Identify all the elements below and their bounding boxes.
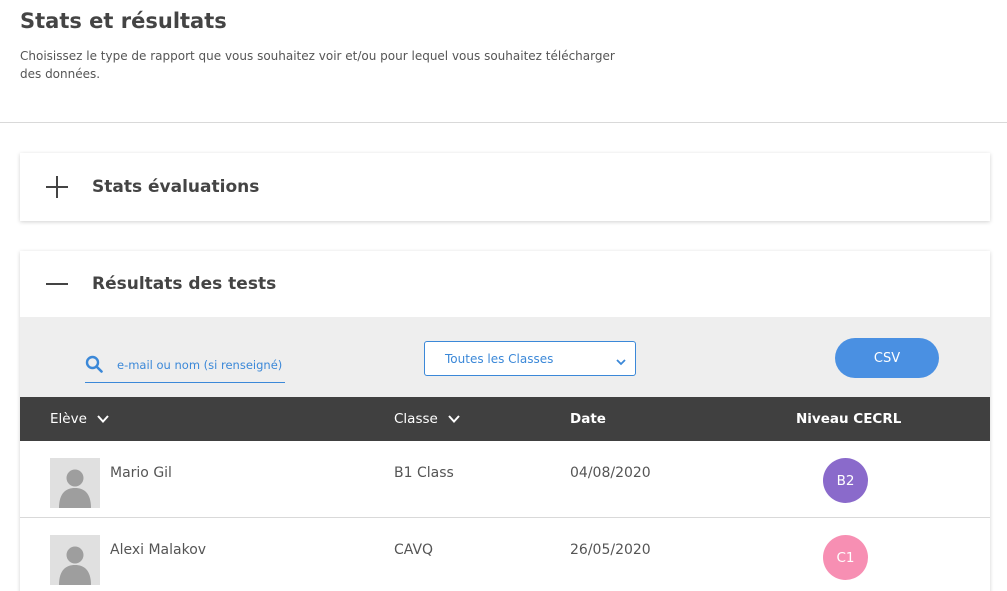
results-panel-title: Résultats des tests	[92, 274, 277, 294]
divider	[0, 122, 1007, 123]
level-badge: B2	[823, 458, 868, 503]
student-name[interactable]: Alexi Malakov	[110, 542, 206, 558]
search-input[interactable]	[117, 355, 285, 375]
chevron-down-icon[interactable]	[446, 411, 462, 427]
column-header-level-label: Niveau CECRL	[796, 411, 902, 427]
student-name[interactable]: Mario Gil	[110, 465, 172, 481]
minus-icon[interactable]	[45, 272, 69, 296]
avatar	[50, 535, 100, 585]
table-row[interactable]: Alexi Malakov CAVQ 26/05/2020 C1	[20, 518, 990, 591]
avatar	[50, 458, 100, 508]
chevron-down-icon	[615, 353, 627, 366]
search-field	[85, 347, 285, 383]
class-cell: CAVQ	[394, 542, 434, 558]
filter-toolbar: Toutes les Classes CSV	[20, 317, 990, 397]
stats-panel-header[interactable]: Stats évaluations	[20, 153, 990, 221]
page-description: Choisissez le type de rapport que vous s…	[20, 49, 615, 81]
chevron-down-icon[interactable]	[95, 411, 111, 427]
column-header-level: Niveau CECRL	[796, 397, 901, 441]
results-panel-header[interactable]: Résultats des tests	[20, 251, 990, 317]
csv-download-button[interactable]: CSV	[835, 338, 939, 378]
page-title: Stats et résultats	[20, 9, 227, 33]
column-header-class-label: Classe	[394, 411, 438, 427]
column-header-student-label: Elève	[50, 411, 87, 427]
table-row[interactable]: Mario Gil B1 Class 04/08/2020 B2	[20, 441, 990, 517]
search-icon	[85, 355, 103, 373]
plus-icon[interactable]	[45, 175, 69, 199]
table-header: Elève Classe Date Niveau CECRL	[20, 397, 990, 441]
date-cell: 04/08/2020	[570, 465, 651, 481]
column-header-class[interactable]: Classe	[394, 397, 462, 441]
date-cell: 26/05/2020	[570, 542, 651, 558]
level-badge: C1	[823, 535, 868, 580]
results-panel: Résultats des tests Toutes les Classes C…	[20, 251, 990, 591]
column-header-student[interactable]: Elève	[50, 397, 111, 441]
column-header-date: Date	[570, 397, 606, 441]
column-header-date-label: Date	[570, 411, 606, 427]
class-select-value: Toutes les Classes	[445, 352, 554, 366]
stats-panel-title: Stats évaluations	[92, 177, 260, 197]
class-select[interactable]: Toutes les Classes	[424, 341, 636, 376]
stats-panel: Stats évaluations	[20, 153, 990, 221]
class-cell: B1 Class	[394, 465, 454, 481]
